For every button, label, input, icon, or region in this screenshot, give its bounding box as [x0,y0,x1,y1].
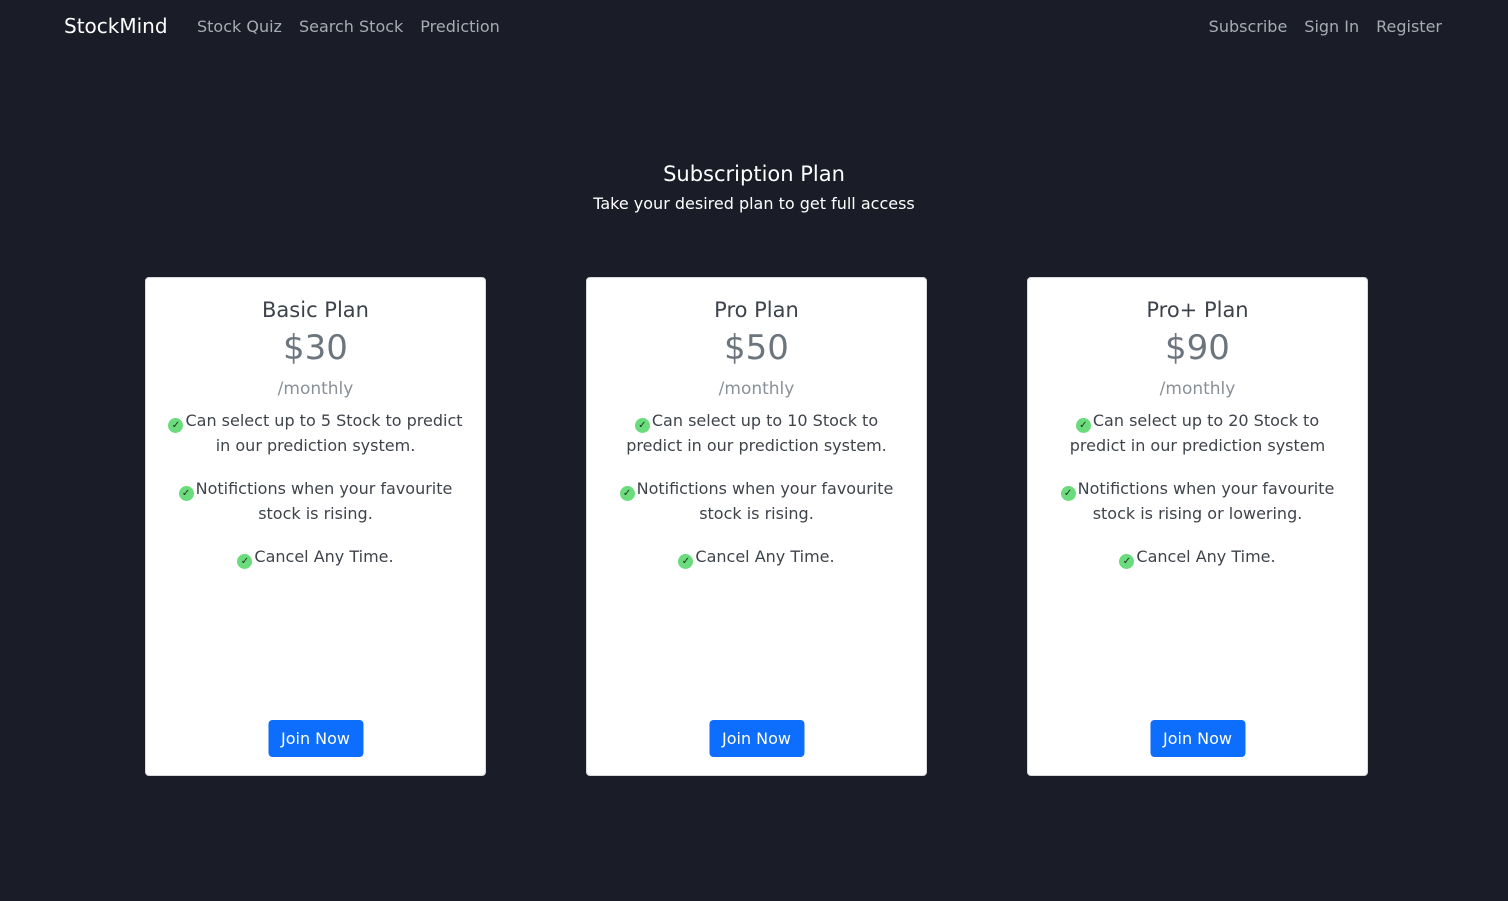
feature-item: ✓ Notifictions when your favourite stock … [166,476,465,526]
feature-list: ✓ Can select up to 10 Stock to predict in… [587,408,926,569]
join-now-button-basic[interactable]: Join Now [267,720,364,757]
nav-link-stock-quiz[interactable]: Stock Quiz [197,17,282,36]
feature-text: Can select up to 5 Stock to predict in o… [185,411,463,455]
nav-link-sign-in[interactable]: Sign In [1304,17,1359,36]
brand-link[interactable]: StockMind [64,14,168,38]
feature-item: ✓ Can select up to 10 Stock to predict in… [607,408,906,458]
feature-item: ✓ Cancel Any Time. [607,544,906,569]
check-circle-icon: ✓ [178,486,194,501]
check-circle-icon: ✓ [1119,554,1135,569]
check-circle-icon: ✓ [168,418,184,433]
nav-link-prediction[interactable]: Prediction [420,17,499,36]
page-subtitle: Take your desired plan to get full acces… [593,194,915,213]
check-circle-icon: ✓ [1075,418,1091,433]
feature-text: Notifictions when your favourite stock i… [1077,479,1335,523]
plan-name: Pro Plan [714,298,799,322]
check-circle-icon: ✓ [678,554,694,569]
nav-link-search-stock[interactable]: Search Stock [299,17,403,36]
plan-price: $30 [283,328,348,368]
plan-period: /monthly [277,379,354,399]
plan-price: $90 [1165,328,1230,368]
nav-left-links: Stock Quiz Search Stock Prediction [197,17,500,36]
nav-link-subscribe[interactable]: Subscribe [1209,17,1288,36]
plan-period: /monthly [1159,379,1236,399]
feature-item: ✓ Cancel Any Time. [1048,544,1347,569]
plan-card-basic: Basic Plan $30 /monthly ✓ Can select up t… [145,277,486,776]
feature-text: Notifictions when your favourite stock i… [636,479,894,523]
check-circle-icon: ✓ [619,486,635,501]
feature-list: ✓ Can select up to 5 Stock to predict in … [146,408,485,569]
pricing-cards: Basic Plan $30 /monthly ✓ Can select up t… [0,277,1508,778]
plan-period: /monthly [718,379,795,399]
join-now-button-pro[interactable]: Join Now [708,720,805,757]
plan-price: $50 [724,328,789,368]
feature-item: ✓ Notifictions when your favourite stock … [607,476,906,526]
check-circle-icon: ✓ [1060,486,1076,501]
page-title: Subscription Plan [663,162,845,186]
navbar: StockMind Stock Quiz Search Stock Predic… [0,0,1508,56]
feature-text: Notifictions when your favourite stock i… [195,479,453,523]
feature-item: ✓ Notifictions when your favourite stock … [1048,476,1347,526]
feature-text: Cancel Any Time. [254,547,394,566]
feature-item: ✓ Can select up to 5 Stock to predict in … [166,408,465,458]
plan-name: Pro+ Plan [1146,298,1249,322]
feature-text: Can select up to 10 Stock to predict in … [626,411,887,455]
nav-link-register[interactable]: Register [1376,17,1442,36]
feature-item: ✓ Can select up to 20 Stock to predict in… [1048,408,1347,458]
plan-card-pro-plus: Pro+ Plan $90 /monthly ✓ Can select up to… [1027,277,1368,776]
join-now-button-pro-plus[interactable]: Join Now [1149,720,1246,757]
feature-text: Can select up to 20 Stock to predict in … [1069,411,1326,455]
check-circle-icon: ✓ [634,418,650,433]
hero-section: Subscription Plan Take your desired plan… [0,160,1508,215]
feature-list: ✓ Can select up to 20 Stock to predict in… [1028,408,1367,569]
feature-text: Cancel Any Time. [695,547,835,566]
plan-card-pro: Pro Plan $50 /monthly ✓ Can select up to … [586,277,927,776]
plan-name: Basic Plan [262,298,369,322]
nav-right-links: Subscribe Sign In Register [1209,17,1442,36]
feature-item: ✓ Cancel Any Time. [166,544,465,569]
check-circle-icon: ✓ [237,554,253,569]
feature-text: Cancel Any Time. [1136,547,1276,566]
